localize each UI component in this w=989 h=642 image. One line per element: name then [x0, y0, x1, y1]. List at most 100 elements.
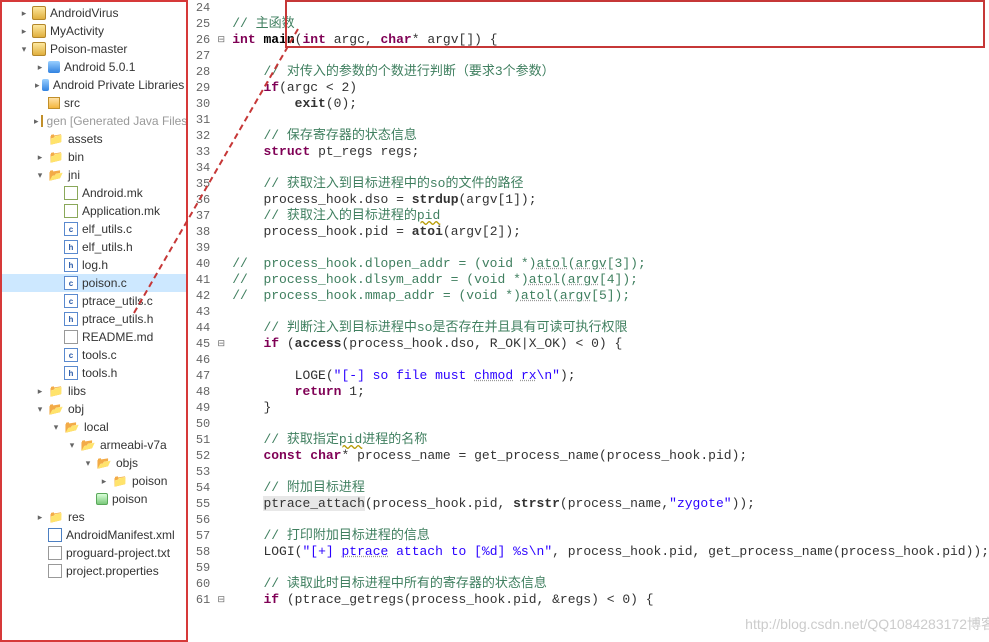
expand-icon[interactable]: ▸	[18, 7, 30, 19]
tree-item-androidmanifest-xml[interactable]: AndroidManifest.xml	[2, 526, 186, 544]
tree-item-local[interactable]: ▾local	[2, 418, 186, 436]
tree-item-poison-master[interactable]: ▾Poison-master	[2, 40, 186, 58]
tree-item-tools-c[interactable]: tools.c	[2, 346, 186, 364]
tree-item-gen--generated-java-files-[interactable]: ▸gen [Generated Java Files]	[2, 112, 186, 130]
gutter-line: 27	[188, 48, 228, 64]
code-line[interactable]: if(argc < 2)	[232, 80, 989, 96]
tree-label: Android.mk	[80, 186, 143, 200]
code-line[interactable]: // 保存寄存器的状态信息	[232, 128, 989, 144]
code-line[interactable]	[232, 464, 989, 480]
tree-item-elf-utils-h[interactable]: elf_utils.h	[2, 238, 186, 256]
code-line[interactable]: ptrace_attach(process_hook.pid, strstr(p…	[232, 496, 989, 512]
code-area[interactable]: // 主函数int main(int argc, char* argv[]) {…	[228, 0, 989, 642]
code-line[interactable]: // process_hook.dlsym_addr = (void *)ato…	[232, 272, 989, 288]
code-line[interactable]: int main(int argc, char* argv[]) {	[232, 32, 989, 48]
tree-item-armeabi-v7a[interactable]: ▾armeabi-v7a	[2, 436, 186, 454]
tree-item-ptrace-utils-c[interactable]: ptrace_utils.c	[2, 292, 186, 310]
code-line[interactable]	[232, 160, 989, 176]
tree-item-ptrace-utils-h[interactable]: ptrace_utils.h	[2, 310, 186, 328]
code-line[interactable]	[232, 304, 989, 320]
code-line[interactable]: // 附加目标进程	[232, 480, 989, 496]
expand-icon[interactable]: ▸	[34, 511, 46, 523]
code-line[interactable]: process_hook.pid = atoi(argv[2]);	[232, 224, 989, 240]
code-line[interactable]: if (access(process_hook.dso, R_OK|X_OK) …	[232, 336, 989, 352]
tree-item-project-properties[interactable]: project.properties	[2, 562, 186, 580]
tree-item-objs[interactable]: ▾objs	[2, 454, 186, 472]
tree-item-android-private-libraries[interactable]: ▸Android Private Libraries	[2, 76, 186, 94]
collapse-icon[interactable]: ▾	[50, 421, 62, 433]
expand-icon[interactable]: ▸	[34, 79, 40, 91]
code-line[interactable]: LOGE("[-] so file must chmod rx\n");	[232, 368, 989, 384]
code-line[interactable]	[232, 112, 989, 128]
collapse-icon[interactable]: ▾	[82, 457, 94, 469]
tree-item-obj[interactable]: ▾obj	[2, 400, 186, 418]
collapse-icon[interactable]: ▾	[66, 439, 78, 451]
tree-item-androidvirus[interactable]: ▸AndroidVirus	[2, 4, 186, 22]
tree-item-poison[interactable]: ▸poison	[2, 472, 186, 490]
code-line[interactable]	[232, 560, 989, 576]
code-line[interactable]: exit(0);	[232, 96, 989, 112]
line-number: 37	[188, 208, 214, 224]
tree-item-android-5-0-1[interactable]: ▸Android 5.0.1	[2, 58, 186, 76]
code-line[interactable]	[232, 416, 989, 432]
code-token: char	[381, 32, 412, 47]
code-line[interactable]: // 获取注入到目标进程中的so的文件的路径	[232, 176, 989, 192]
tree-item-log-h[interactable]: log.h	[2, 256, 186, 274]
tree-item-libs[interactable]: ▸libs	[2, 382, 186, 400]
code-line[interactable]: // 判断注入到目标进程中so是否存在并且具有可读可执行权限	[232, 320, 989, 336]
project-explorer[interactable]: ▸AndroidVirus▸MyActivity▾Poison-master▸A…	[0, 0, 188, 642]
code-line[interactable]: // process_hook.mmap_addr = (void *)atol…	[232, 288, 989, 304]
code-line[interactable]: struct pt_regs regs;	[232, 144, 989, 160]
code-line[interactable]	[232, 0, 989, 16]
expand-icon[interactable]: ▸	[98, 475, 110, 487]
code-line[interactable]	[232, 352, 989, 368]
code-line[interactable]: // 打印附加目标进程的信息	[232, 528, 989, 544]
tree-item-tools-h[interactable]: tools.h	[2, 364, 186, 382]
code-line[interactable]	[232, 512, 989, 528]
code-token: pid	[339, 432, 362, 447]
code-line[interactable]: return 1;	[232, 384, 989, 400]
code-line[interactable]	[232, 240, 989, 256]
expand-icon[interactable]: ▸	[18, 25, 30, 37]
tree-item-jni[interactable]: ▾jni	[2, 166, 186, 184]
fold-toggle-icon[interactable]: ⊟	[214, 32, 228, 48]
code-line[interactable]: if (ptrace_getregs(process_hook.pid, &re…	[232, 592, 989, 608]
code-line[interactable]: LOGI("[+] ptrace attach to [%d] %s\n", p…	[232, 544, 989, 560]
code-line[interactable]: // 读取此时目标进程中所有的寄存器的状态信息	[232, 576, 989, 592]
code-token: struct	[263, 144, 310, 159]
code-line[interactable]: // 获取指定pid进程的名称	[232, 432, 989, 448]
code-line[interactable]: // process_hook.dlopen_addr = (void *)at…	[232, 256, 989, 272]
code-line[interactable]: }	[232, 400, 989, 416]
code-token: strdup	[412, 192, 459, 207]
tree-item-readme-md[interactable]: README.md	[2, 328, 186, 346]
tree-item-android-mk[interactable]: Android.mk	[2, 184, 186, 202]
expand-icon[interactable]: ▸	[34, 61, 46, 73]
expand-icon[interactable]: ▸	[34, 385, 46, 397]
code-line[interactable]: process_hook.dso = strdup(argv[1]);	[232, 192, 989, 208]
tree-item-elf-utils-c[interactable]: elf_utils.c	[2, 220, 186, 238]
tree-item-myactivity[interactable]: ▸MyActivity	[2, 22, 186, 40]
collapse-icon[interactable]: ▾	[34, 403, 46, 415]
tree-item-assets[interactable]: assets	[2, 130, 186, 148]
code-line[interactable]: // 获取注入的目标进程的pid	[232, 208, 989, 224]
code-line[interactable]: // 对传入的参数的个数进行判断（要求3个参数）	[232, 64, 989, 80]
fold-toggle-icon[interactable]: ⊟	[214, 336, 228, 352]
expand-icon[interactable]: ▸	[34, 115, 39, 127]
collapse-icon[interactable]: ▾	[34, 169, 46, 181]
tree-item-src[interactable]: src	[2, 94, 186, 112]
code-editor[interactable]: 242526⊟272829303132333435363738394041424…	[188, 0, 989, 642]
tree-item-proguard-project-txt[interactable]: proguard-project.txt	[2, 544, 186, 562]
tree-item-res[interactable]: ▸res	[2, 508, 186, 526]
collapse-icon[interactable]: ▾	[18, 43, 30, 55]
code-line[interactable]: // 主函数	[232, 16, 989, 32]
fold-toggle-icon[interactable]: ⊟	[214, 592, 228, 608]
line-number: 48	[188, 384, 214, 400]
code-line[interactable]	[232, 48, 989, 64]
expand-icon[interactable]: ▸	[34, 151, 46, 163]
tree-item-poison-c[interactable]: poison.c	[2, 274, 186, 292]
code-token: process_hook.dso =	[263, 192, 411, 207]
tree-item-poison[interactable]: poison	[2, 490, 186, 508]
tree-item-application-mk[interactable]: Application.mk	[2, 202, 186, 220]
code-line[interactable]: const char* process_name = get_process_n…	[232, 448, 989, 464]
tree-item-bin[interactable]: ▸bin	[2, 148, 186, 166]
